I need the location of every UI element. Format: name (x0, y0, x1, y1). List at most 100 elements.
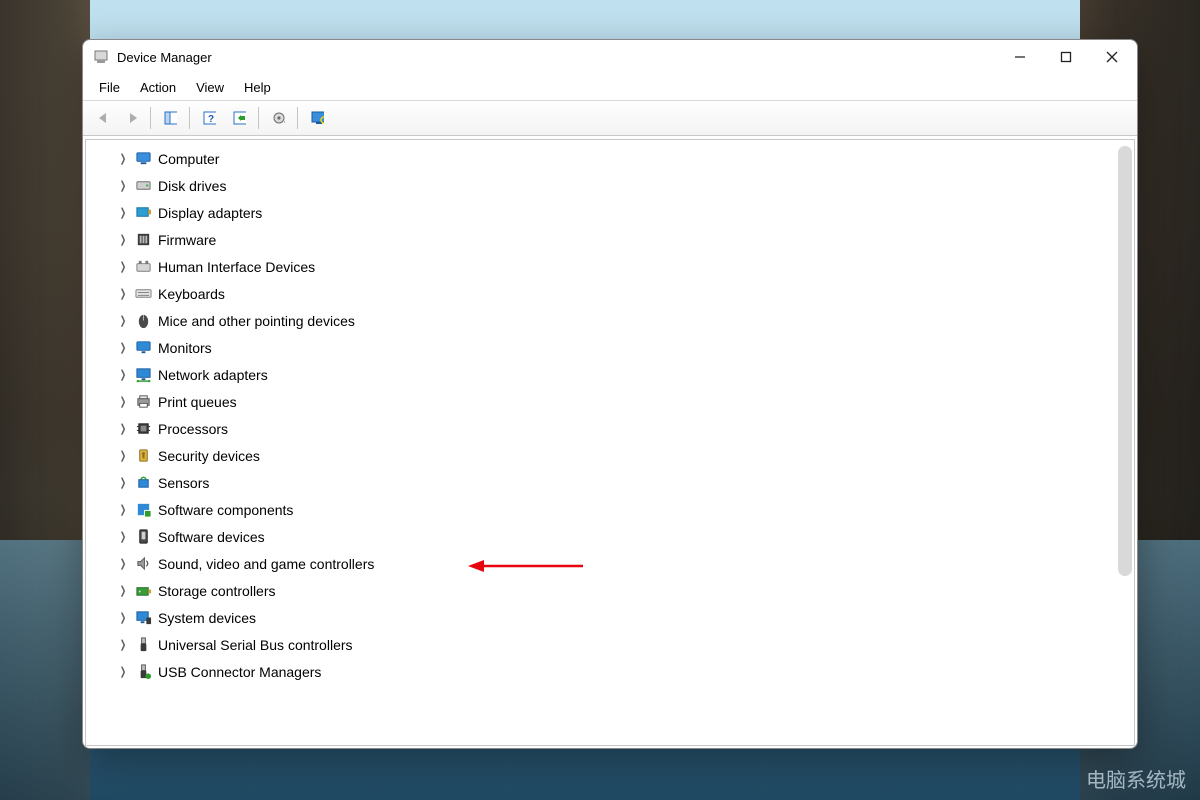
chevron-right-icon[interactable]: ❯ (118, 368, 128, 381)
tree-item-label: Print queues (158, 394, 237, 410)
menu-help[interactable]: Help (234, 77, 281, 98)
arrow-right-icon (124, 110, 138, 126)
menu-file[interactable]: File (89, 77, 130, 98)
tree-item-label: Computer (158, 151, 219, 167)
device-manager-window: Device Manager File Action View Help (82, 39, 1138, 749)
tree-item-monitor[interactable]: ❯ Monitors (86, 334, 1134, 361)
tree-item-hid[interactable]: ❯Human Interface Devices (86, 253, 1134, 280)
chevron-right-icon[interactable]: ❯ (118, 503, 128, 516)
tree-item-label: Mice and other pointing devices (158, 313, 355, 329)
help-button[interactable]: ? (195, 105, 223, 131)
tree-item-keyboard[interactable]: ❯ Keyboards (86, 280, 1134, 307)
content-area: ❯Computer❯Disk drives❯Display adapters❯F… (83, 136, 1137, 748)
chevron-right-icon[interactable]: ❯ (118, 665, 128, 678)
back-button[interactable] (87, 105, 115, 131)
usb-icon (134, 636, 152, 654)
tree-item-storage[interactable]: ❯ Storage controllers (86, 577, 1134, 604)
tree-item-disk[interactable]: ❯ Disk drives (86, 172, 1134, 199)
device-tree[interactable]: ❯Computer❯Disk drives❯Display adapters❯F… (86, 140, 1134, 745)
minimize-button[interactable] (997, 41, 1043, 73)
chevron-right-icon[interactable]: ❯ (118, 476, 128, 489)
usb-connector-icon (134, 663, 152, 681)
hid-icon (134, 258, 152, 276)
tree-item-label: Software components (158, 502, 293, 518)
storage-icon (134, 582, 152, 600)
mouse-icon (134, 312, 152, 330)
chevron-right-icon[interactable]: ❯ (118, 314, 128, 327)
tree-item-usb-connector[interactable]: ❯ USB Connector Managers (86, 658, 1134, 685)
tree-item-label: Sensors (158, 475, 209, 491)
tree-item-sound[interactable]: ❯ Sound, video and game controllers (86, 550, 1134, 577)
chevron-right-icon[interactable]: ❯ (118, 584, 128, 597)
chevron-right-icon[interactable]: ❯ (118, 233, 128, 246)
vertical-scrollbar[interactable] (1118, 146, 1132, 576)
tree-item-label: Security devices (158, 448, 260, 464)
tree-item-usb[interactable]: ❯ Universal Serial Bus controllers (86, 631, 1134, 658)
tree-item-label: USB Connector Managers (158, 664, 321, 680)
tree-item-printer[interactable]: ❯ Print queues (86, 388, 1134, 415)
chevron-right-icon[interactable]: ❯ (118, 422, 128, 435)
chevron-right-icon[interactable]: ❯ (118, 611, 128, 624)
chevron-right-icon[interactable]: ❯ (118, 530, 128, 543)
chevron-right-icon[interactable]: ❯ (118, 449, 128, 462)
tree-item-computer[interactable]: ❯ Computer (86, 145, 1134, 172)
system-icon (134, 609, 152, 627)
chevron-right-icon[interactable]: ❯ (118, 179, 128, 192)
network-icon (134, 366, 152, 384)
tree-item-label: Storage controllers (158, 583, 276, 599)
chevron-right-icon[interactable]: ❯ (118, 557, 128, 570)
svg-text:?: ? (208, 114, 214, 125)
arrow-left-icon (94, 110, 108, 126)
tree-item-label: Keyboards (158, 286, 225, 302)
forward-button[interactable] (117, 105, 145, 131)
tree-item-label: Firmware (158, 232, 216, 248)
toolbar-separator (297, 107, 298, 129)
menubar: File Action View Help (83, 74, 1137, 101)
scan-hardware-button[interactable] (303, 105, 331, 131)
maximize-button[interactable] (1043, 41, 1089, 73)
printer-icon (134, 393, 152, 411)
tree-item-mouse[interactable]: ❯ Mice and other pointing devices (86, 307, 1134, 334)
tree-item-sensor[interactable]: ❯ Sensors (86, 469, 1134, 496)
tree-item-display-adapter[interactable]: ❯Display adapters (86, 199, 1134, 226)
software-device-icon (134, 528, 152, 546)
menu-view[interactable]: View (186, 77, 234, 98)
tree-item-software-device[interactable]: ❯ Software devices (86, 523, 1134, 550)
tree-item-software-component[interactable]: ❯ Software components (86, 496, 1134, 523)
sensor-icon (134, 474, 152, 492)
toolbar-separator (150, 107, 151, 129)
show-hidden-button[interactable] (156, 105, 184, 131)
watermark-line1: 电脑系统城 (1086, 770, 1186, 792)
tree-item-label: Disk drives (158, 178, 226, 194)
action-button[interactable] (225, 105, 253, 131)
tree-item-firmware[interactable]: ❯ Firmware (86, 226, 1134, 253)
tree-item-network[interactable]: ❯Network adapters (86, 361, 1134, 388)
panel-icon (163, 110, 177, 126)
tree-panel: ❯Computer❯Disk drives❯Display adapters❯F… (85, 139, 1135, 746)
help-panel-icon: ? (202, 110, 216, 126)
chevron-right-icon[interactable]: ❯ (118, 206, 128, 219)
tree-item-system[interactable]: ❯System devices (86, 604, 1134, 631)
tree-item-label: Sound, video and game controllers (158, 556, 374, 572)
chevron-right-icon[interactable]: ❯ (118, 638, 128, 651)
chevron-right-icon[interactable]: ❯ (118, 341, 128, 354)
tree-item-label: Software devices (158, 529, 265, 545)
security-icon (134, 447, 152, 465)
close-button[interactable] (1089, 41, 1135, 73)
chevron-right-icon[interactable]: ❯ (118, 287, 128, 300)
sound-icon (134, 555, 152, 573)
chevron-right-icon[interactable]: ❯ (118, 152, 128, 165)
tree-item-processor[interactable]: ❯Processors (86, 415, 1134, 442)
toolbar-separator (189, 107, 190, 129)
menu-action[interactable]: Action (130, 77, 186, 98)
display-adapter-icon (134, 204, 152, 222)
tree-item-label: Universal Serial Bus controllers (158, 637, 353, 653)
window-title: Device Manager (117, 50, 212, 65)
tree-item-label: Monitors (158, 340, 212, 356)
titlebar[interactable]: Device Manager (83, 40, 1137, 74)
action-panel-icon (232, 110, 246, 126)
update-driver-button[interactable] (264, 105, 292, 131)
tree-item-security[interactable]: ❯ Security devices (86, 442, 1134, 469)
chevron-right-icon[interactable]: ❯ (118, 260, 128, 273)
chevron-right-icon[interactable]: ❯ (118, 395, 128, 408)
